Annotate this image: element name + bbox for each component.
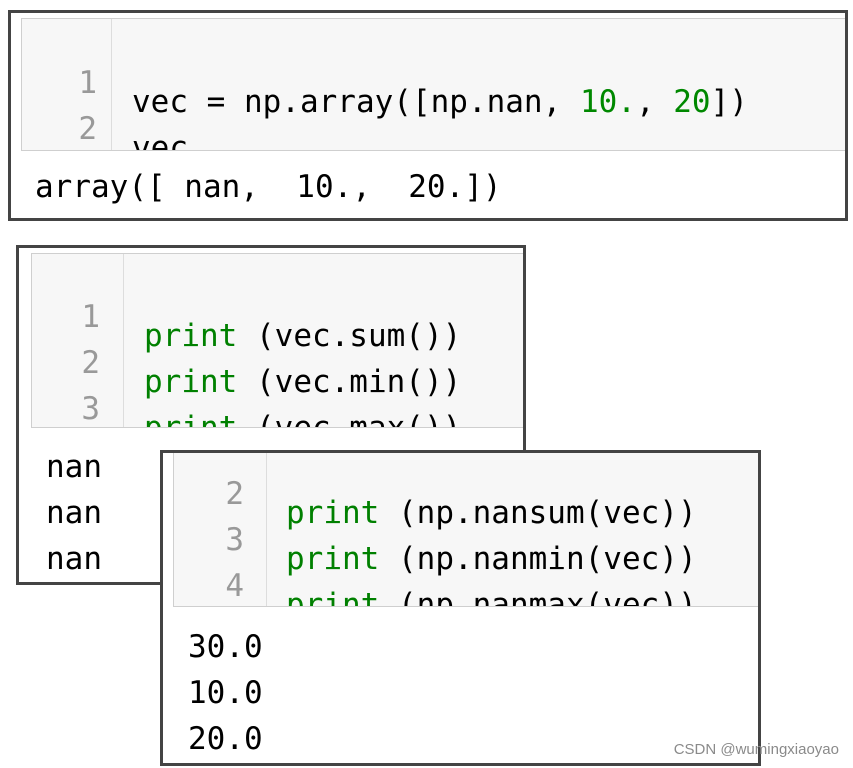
code-text: print (vec.max()) [144, 410, 462, 428]
code-line: 3 print (np.nanmin(vec)) [174, 498, 758, 577]
cell-output-text: nan [46, 495, 102, 531]
line-number: 3 [81, 391, 100, 427]
code-line: 1 print (vec.sum()) [32, 275, 523, 354]
code-text: print (np.nanmax(vec)) [286, 587, 697, 607]
watermark-text: CSDN @wumingxiaoyao [673, 741, 839, 758]
code-line: 2 print (vec.min()) [32, 321, 523, 400]
code-input-area[interactable]: 1 vec = np.array([np.nan, 10., 20]) 2 ve… [21, 18, 845, 151]
cell-output-text: 30.0 [188, 629, 263, 665]
code-line: 3 print (vec.max()) [32, 367, 523, 427]
code-line: 1 vec = np.array([np.nan, 10., 20]) [22, 41, 845, 120]
code-text: vec [132, 130, 188, 151]
line-number: 4 [225, 568, 244, 604]
code-line: 2 vec [22, 87, 845, 150]
cell-output-text: nan [46, 449, 102, 485]
notebook-cell-1: 1 vec = np.array([np.nan, 10., 20]) 2 ve… [8, 10, 848, 221]
cell-output-text: nan [46, 541, 102, 577]
code-input-area[interactable]: 2 print (np.nansum(vec)) 3 print (np.nan… [173, 453, 758, 607]
cell-output-text: 10.0 [188, 675, 263, 711]
code-line: 2 print (np.nansum(vec)) [174, 453, 758, 531]
notebook-cell-3: 2 print (np.nansum(vec)) 3 print (np.nan… [160, 450, 761, 766]
code-line: 4 print (np.nanmax(vec)) [174, 544, 758, 606]
cell-output-text: array([ nan, 10., 20.]) [35, 169, 502, 205]
line-number: 2 [78, 111, 97, 147]
cell-output-text: 20.0 [188, 721, 263, 757]
code-input-area[interactable]: 1 print (vec.sum()) 2 print (vec.min()) … [31, 253, 523, 428]
